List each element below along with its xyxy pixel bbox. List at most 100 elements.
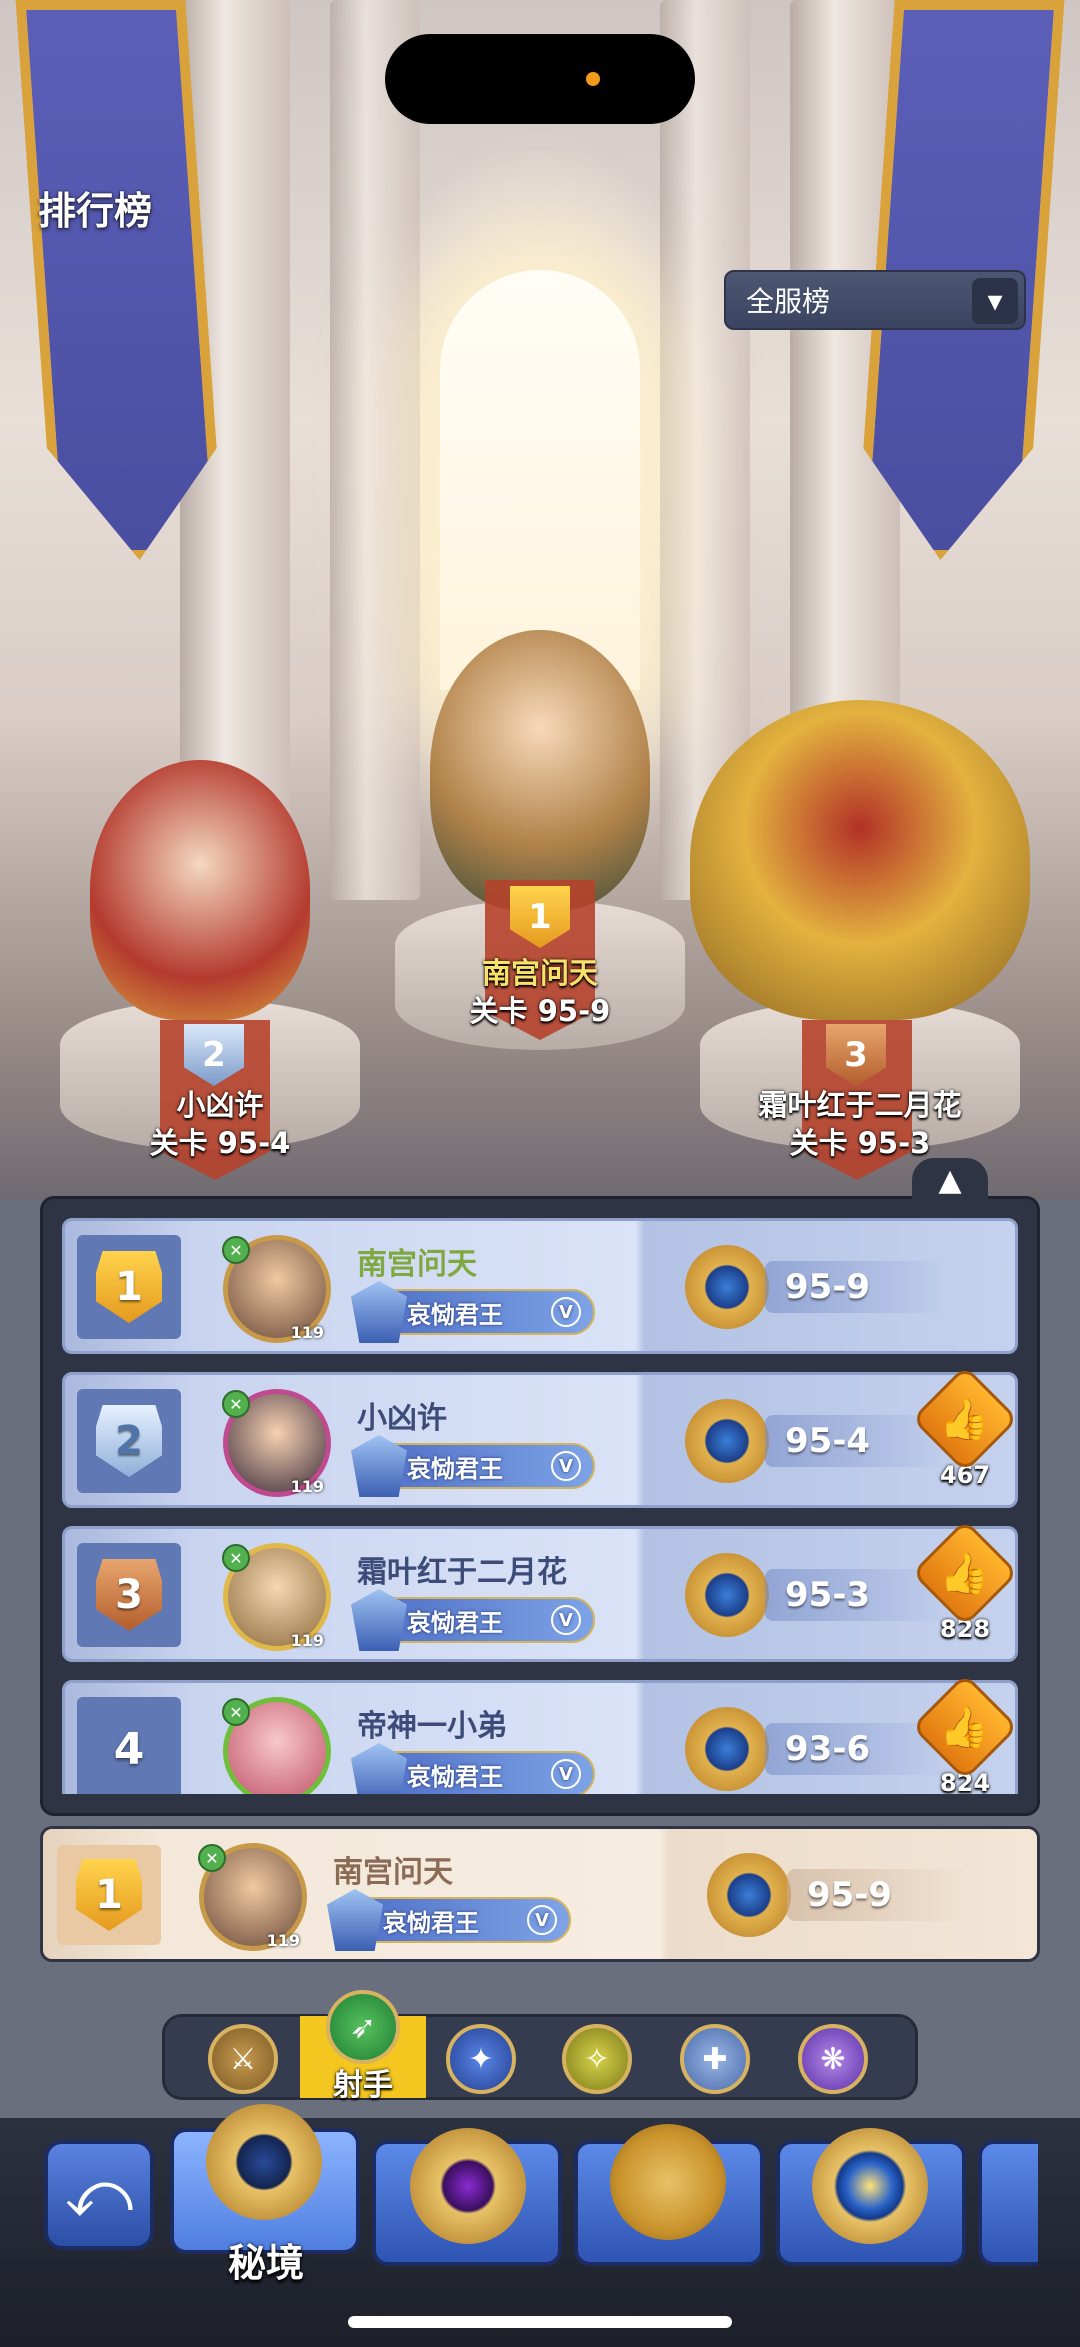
crest-icon bbox=[351, 1743, 407, 1794]
player-name: 南宫问天 bbox=[357, 1247, 477, 1282]
star-emblem-icon bbox=[812, 2128, 928, 2244]
my-rank-row[interactable]: 1 ✕ 119 南宫问天 哀恸君王 V 95-9 bbox=[40, 1826, 1040, 1962]
light-archway bbox=[440, 270, 640, 690]
title-tier: V bbox=[551, 1759, 581, 1789]
avatar[interactable]: ✕ 119 bbox=[222, 1235, 331, 1343]
purple-gem-emblem-icon bbox=[410, 2128, 526, 2244]
title-label: 哀恸君王 bbox=[383, 1908, 479, 1937]
title-label: 哀恸君王 bbox=[407, 1608, 503, 1637]
mage-icon[interactable]: ✦ bbox=[446, 2024, 516, 2094]
warrior-icon[interactable]: ⚔ bbox=[208, 2024, 278, 2094]
rank-cell: 1 bbox=[57, 1845, 161, 1945]
home-indicator bbox=[348, 2316, 732, 2328]
like-button[interactable]: 👍 828 bbox=[911, 1519, 1018, 1659]
player-level: 119 bbox=[290, 1631, 324, 1650]
title-tier: V bbox=[527, 1905, 557, 1935]
avatar[interactable]: ✕ 119 bbox=[222, 1389, 331, 1497]
avatar[interactable]: ✕ 119 bbox=[222, 1543, 331, 1651]
avatar[interactable]: ✕ bbox=[222, 1697, 331, 1794]
class-tab-archer-label[interactable]: 射手 bbox=[300, 2060, 426, 2104]
like-button[interactable]: 👍 824 bbox=[911, 1673, 1018, 1794]
archer-icon[interactable]: ➶ bbox=[326, 1990, 400, 2064]
podium-name: 南宫问天 bbox=[481, 956, 598, 990]
table-row[interactable]: 1 ✕ 119 南宫问天 哀恸君王 V 95-9 bbox=[62, 1218, 1018, 1354]
crest-icon bbox=[327, 1889, 383, 1951]
crown-emblem-icon bbox=[610, 2124, 726, 2240]
title-badge: 哀恸君王 V bbox=[327, 1889, 571, 1951]
rank-cell: 1 bbox=[77, 1235, 181, 1339]
bronze-medal-icon: 3 bbox=[96, 1559, 162, 1631]
like-button[interactable]: 👍 467 bbox=[911, 1365, 1018, 1505]
podium-name: 小凶许 bbox=[176, 1088, 264, 1122]
title-label: 哀恸君王 bbox=[407, 1300, 503, 1329]
rank-cell: 3 bbox=[77, 1543, 181, 1647]
hero-first[interactable] bbox=[430, 630, 650, 910]
table-row[interactable]: 3 ✕ 119 霜叶红于二月花 哀恸君王 V 95-3 👍 828 bbox=[62, 1519, 1018, 1662]
rank-cell: 2 bbox=[77, 1389, 181, 1493]
title-badge: 哀恸君王 V bbox=[351, 1435, 595, 1497]
podium-name: 霜叶红于二月花 bbox=[758, 1088, 962, 1122]
chevron-down-icon[interactable]: ▾ bbox=[972, 278, 1018, 324]
silver-medal-icon: 2 bbox=[96, 1405, 162, 1477]
player-name: 帝神一小弟 bbox=[357, 1709, 507, 1744]
title-badge: 哀恸君王 V bbox=[351, 1281, 595, 1343]
table-row[interactable]: 4 ✕ 帝神一小弟 哀恸君王 V 93-6 👍 824 bbox=[62, 1673, 1018, 1794]
rank-number: 4 bbox=[113, 1723, 145, 1775]
page-title: 排行榜 bbox=[38, 189, 153, 233]
stage-emblem-icon bbox=[685, 1245, 769, 1329]
stage-emblem-icon bbox=[685, 1399, 769, 1483]
jade-badge-icon: ✕ bbox=[222, 1544, 250, 1572]
hero-third[interactable] bbox=[690, 700, 1030, 1020]
title-label: 哀恸君王 bbox=[407, 1762, 503, 1791]
player-name: 南宫问天 bbox=[333, 1855, 453, 1890]
leaderboard-list[interactable]: 1 ✕ 119 南宫问天 哀恸君王 V 95-9 2 ✕ 119 小凶许 哀恸君… bbox=[62, 1218, 1018, 1794]
hero-second[interactable] bbox=[90, 760, 310, 1020]
back-arrow-icon[interactable]: ⤺ bbox=[44, 2140, 154, 2250]
title-tier: V bbox=[551, 1605, 581, 1635]
table-row[interactable]: 2 ✕ 119 小凶许 哀恸君王 V 95-4 👍 467 bbox=[62, 1365, 1018, 1508]
mode-tab[interactable] bbox=[978, 2140, 1038, 2266]
status-dot bbox=[586, 72, 600, 86]
gold-medal-icon: 1 bbox=[76, 1859, 142, 1931]
player-level: 119 bbox=[266, 1931, 300, 1950]
avatar[interactable]: ✕ 119 bbox=[198, 1843, 307, 1951]
title-label: 哀恸君王 bbox=[407, 1454, 503, 1483]
thumbs-up-icon: 👍 bbox=[911, 1673, 1018, 1781]
rank-cell: 4 bbox=[77, 1697, 181, 1794]
support-icon[interactable]: ✚ bbox=[680, 2024, 750, 2094]
jade-badge-icon: ✕ bbox=[222, 1390, 250, 1418]
pillar bbox=[330, 0, 420, 900]
secret-realm-emblem-icon bbox=[206, 2104, 322, 2220]
stage-value: 95-9 bbox=[765, 1261, 949, 1313]
podium-stage: 关卡 95-9 bbox=[469, 994, 611, 1028]
chevron-up-icon[interactable]: ▲ bbox=[912, 1158, 988, 1202]
server-scope-dropdown[interactable]: 全服榜 ▾ bbox=[724, 270, 1026, 330]
crest-icon bbox=[351, 1435, 407, 1497]
stage-emblem-icon bbox=[685, 1707, 769, 1791]
mode-tab-label: 秘境 bbox=[227, 2241, 304, 2285]
player-name: 霜叶红于二月花 bbox=[357, 1555, 567, 1590]
title-badge: 哀恸君王 V bbox=[351, 1743, 595, 1794]
jade-badge-icon: ✕ bbox=[198, 1844, 226, 1872]
stage-value: 95-9 bbox=[787, 1869, 971, 1921]
thumbs-up-icon: 👍 bbox=[911, 1519, 1018, 1627]
thumbs-up-icon: 👍 bbox=[911, 1365, 1018, 1473]
summoner-icon[interactable]: ❋ bbox=[798, 2024, 868, 2094]
jade-badge-icon: ✕ bbox=[222, 1236, 250, 1264]
jade-badge-icon: ✕ bbox=[222, 1698, 250, 1726]
assassin-icon[interactable]: ✧ bbox=[562, 2024, 632, 2094]
crest-icon bbox=[351, 1589, 407, 1651]
player-level: 119 bbox=[290, 1477, 324, 1496]
stage-emblem-icon bbox=[685, 1553, 769, 1637]
crest-icon bbox=[351, 1281, 407, 1343]
title-badge: 哀恸君王 V bbox=[351, 1589, 595, 1651]
title-tier: V bbox=[551, 1451, 581, 1481]
player-level: 119 bbox=[290, 1323, 324, 1342]
podium-stage: 关卡 95-4 bbox=[149, 1126, 291, 1160]
podium-stage: 关卡 95-3 bbox=[789, 1126, 931, 1160]
server-scope-label: 全服榜 bbox=[746, 285, 831, 318]
gold-medal-icon: 1 bbox=[96, 1251, 162, 1323]
stage-emblem-icon bbox=[707, 1853, 791, 1937]
player-name: 小凶许 bbox=[357, 1401, 447, 1436]
camera-notch bbox=[385, 34, 695, 124]
